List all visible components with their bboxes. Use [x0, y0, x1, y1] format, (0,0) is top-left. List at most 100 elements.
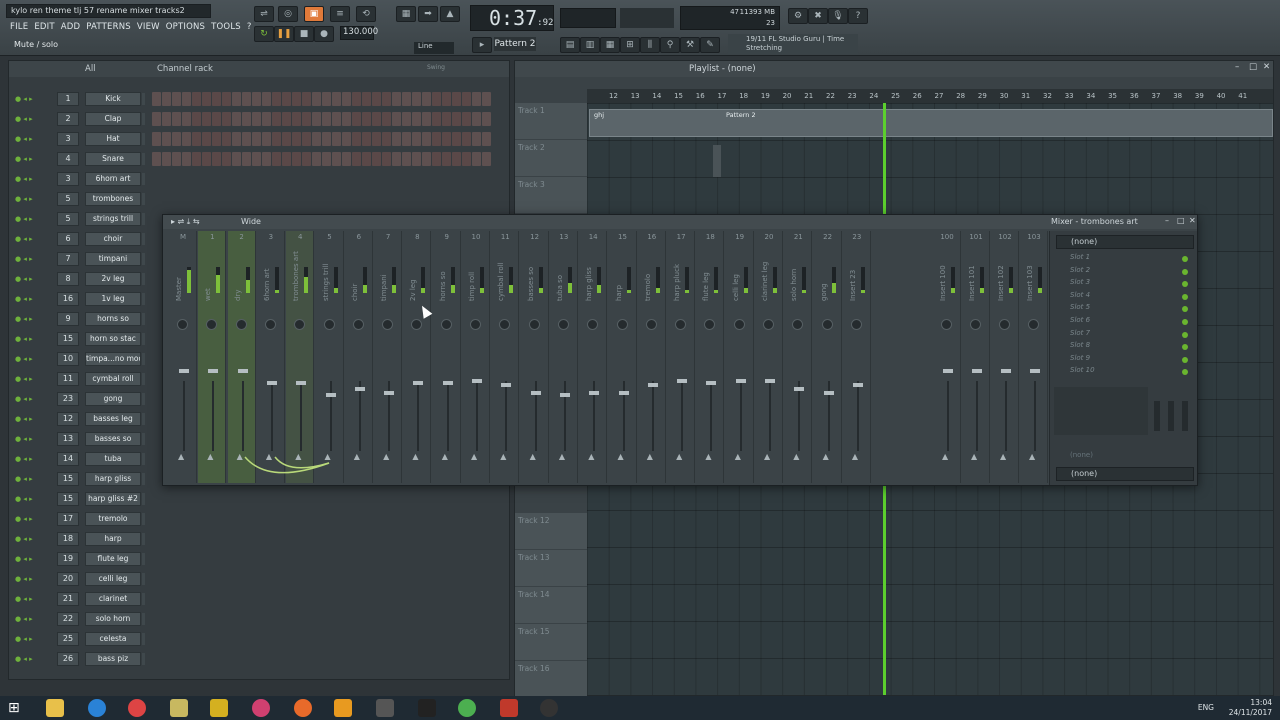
step-button[interactable] — [302, 152, 311, 166]
route-arrow-icon[interactable]: ▲ — [588, 452, 594, 461]
mixer-strip[interactable]: 22 gong ▲ — [814, 231, 842, 483]
step-button[interactable] — [342, 132, 351, 146]
step-button[interactable] — [272, 112, 281, 126]
pat-song-toggle[interactable]: ⇌ — [254, 6, 274, 22]
mixer-strip[interactable]: 101 Insert 101 ▲ — [962, 231, 990, 483]
app-g-icon[interactable] — [376, 699, 394, 717]
channel-mixer-track[interactable]: 19 — [57, 552, 79, 566]
channel-select-led[interactable] — [142, 133, 145, 145]
mixer-strip[interactable]: 9 horns so ▲ — [433, 231, 461, 483]
channel-mixer-track[interactable]: 10 — [57, 352, 79, 366]
loop-icon[interactable]: ⟲ — [356, 6, 376, 22]
channel-mixer-track[interactable]: 20 — [57, 572, 79, 586]
step-button[interactable] — [262, 152, 271, 166]
obs-icon[interactable] — [540, 699, 558, 717]
channel-row[interactable]: ● ◂ ▸ 2 Clap — [9, 109, 509, 129]
step-button[interactable] — [472, 112, 481, 126]
channel-select-led[interactable] — [142, 193, 145, 205]
channel-row[interactable]: ● ◂ ▸ 25 celesta — [9, 629, 509, 649]
mixer-close-icon[interactable]: ✕ — [1189, 216, 1196, 225]
wrench-icon[interactable]: ⚒ — [680, 37, 700, 53]
route-arrow-icon[interactable]: ▲ — [178, 452, 184, 461]
channel-select-led[interactable] — [142, 413, 145, 425]
file-explorer-icon[interactable] — [46, 699, 64, 717]
volume-fader[interactable] — [325, 393, 336, 397]
effect-slot[interactable]: Slot 8 — [1058, 341, 1190, 353]
step-button[interactable] — [212, 152, 221, 166]
menu-file[interactable]: FILE — [10, 22, 28, 32]
davinci-icon[interactable] — [252, 699, 270, 717]
mixer-strip[interactable]: M Master ▲ — [169, 231, 197, 483]
step-button[interactable] — [462, 92, 471, 106]
playlist-icon[interactable]: ▤ — [560, 37, 580, 53]
step-button[interactable] — [202, 112, 211, 126]
channel-select-led[interactable] — [142, 233, 145, 245]
route-arrow-icon[interactable]: ▲ — [852, 452, 858, 461]
pattern-clip[interactable] — [713, 145, 721, 177]
channel-row[interactable]: ● ◂ ▸ 18 harp — [9, 529, 509, 549]
mixer-strip[interactable]: 17 harp pluck ▲ — [667, 231, 696, 483]
step-button[interactable] — [232, 152, 241, 166]
channel-select-led[interactable] — [142, 433, 145, 445]
app-v-icon[interactable] — [210, 699, 228, 717]
channel-controls-icon[interactable]: ● ◂ ▸ — [15, 655, 49, 663]
channel-mixer-track[interactable]: 3 — [57, 172, 79, 186]
channel-controls-icon[interactable]: ● ◂ ▸ — [15, 435, 49, 443]
pan-knob[interactable] — [557, 319, 569, 330]
channel-controls-icon[interactable]: ● ◂ ▸ — [15, 415, 49, 423]
fl-studio-icon[interactable] — [334, 699, 352, 717]
step-button[interactable] — [482, 152, 491, 166]
piano-roll-icon[interactable]: ▥ — [580, 37, 600, 53]
menu-tools[interactable]: TOOLS — [211, 22, 241, 32]
channel-name-button[interactable]: 6horn art — [85, 172, 141, 186]
effect-slot[interactable]: Slot 4 — [1058, 291, 1190, 303]
step-button[interactable] — [432, 112, 441, 126]
volume-fader[interactable] — [677, 379, 688, 383]
channel-mixer-track[interactable]: 21 — [57, 592, 79, 606]
pan-knob[interactable] — [264, 319, 276, 330]
volume-fader[interactable] — [530, 391, 541, 395]
mixer-strip[interactable]: 103 Insert 103 ▲ — [1020, 231, 1048, 483]
channel-controls-icon[interactable]: ● ◂ ▸ — [15, 155, 49, 163]
step-button[interactable] — [292, 152, 301, 166]
channel-name-button[interactable]: solo horn — [85, 612, 141, 626]
menu-edit[interactable]: EDIT — [34, 22, 54, 32]
step-button[interactable] — [182, 112, 191, 126]
step-button[interactable] — [432, 152, 441, 166]
pan-knob[interactable] — [382, 319, 394, 330]
step-button[interactable] — [232, 132, 241, 146]
channel-row[interactable]: ● ◂ ▸ 26 bass piz — [9, 649, 509, 669]
minimize-icon[interactable]: – — [1235, 62, 1239, 72]
channel-name-button[interactable]: tuba — [85, 452, 141, 466]
pan-knob[interactable] — [440, 319, 452, 330]
volume-fader[interactable] — [618, 391, 629, 395]
channel-name-button[interactable]: trombones — [85, 192, 141, 206]
step-button[interactable] — [312, 152, 321, 166]
pan-knob[interactable] — [177, 319, 188, 330]
route-arrow-icon[interactable]: ▲ — [354, 452, 360, 461]
step-button[interactable] — [282, 112, 291, 126]
mixer-icon[interactable]: ⫼ — [640, 37, 660, 53]
route-arrow-icon[interactable]: ▲ — [471, 452, 477, 461]
step-button[interactable] — [472, 132, 481, 146]
step-button[interactable] — [252, 132, 261, 146]
channel-name-button[interactable]: horn so stac — [85, 332, 141, 346]
channel-row[interactable]: ● ◂ ▸ 15 harp gliss #2 — [9, 489, 509, 509]
channel-controls-icon[interactable]: ● ◂ ▸ — [15, 635, 49, 643]
channel-mixer-track[interactable]: 8 — [57, 272, 79, 286]
pan-knob[interactable] — [645, 319, 657, 330]
step-button[interactable] — [342, 92, 351, 106]
step-button[interactable] — [362, 92, 371, 106]
channel-name-button[interactable]: choir — [85, 232, 141, 246]
volume-fader[interactable] — [501, 383, 512, 387]
step-button[interactable] — [482, 92, 491, 106]
volume-fader[interactable] — [413, 381, 424, 385]
step-button[interactable] — [232, 112, 241, 126]
step-sequencer[interactable] — [152, 92, 491, 106]
step-button[interactable] — [452, 112, 461, 126]
browser-icon[interactable]: ⊞ — [620, 37, 640, 53]
mixer-strip[interactable]: 102 Insert 102 ▲ — [991, 231, 1019, 483]
step-button[interactable] — [212, 132, 221, 146]
channel-select-led[interactable] — [142, 653, 145, 665]
route-arrow-icon[interactable]: ▲ — [705, 452, 711, 461]
